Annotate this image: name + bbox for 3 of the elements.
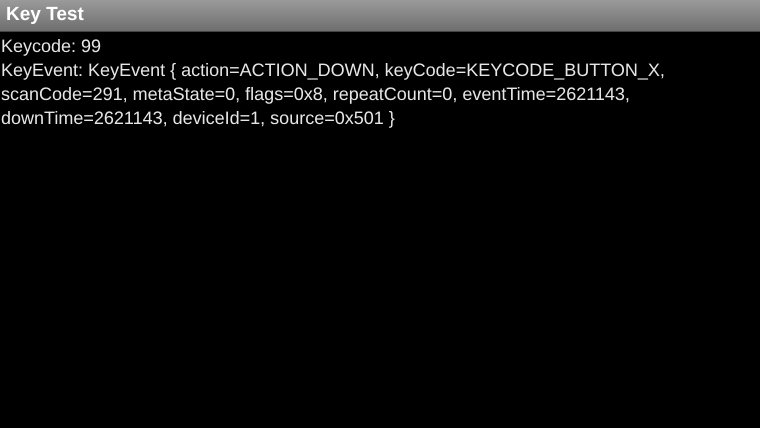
keycode-text: Keycode: 99 [1, 35, 102, 58]
key-event-text: KeyEvent: KeyEvent { action=ACTION_DOWN, keyCode=KEYCODE_BUTTON_X, scanCode=291, metaState=0, flags=0x8, repeatCount=0, eventTime=2621143, downTime=2621143, deviceId=1, source=0x501 } [1, 59, 666, 130]
window-title: Key Test [6, 3, 84, 28]
